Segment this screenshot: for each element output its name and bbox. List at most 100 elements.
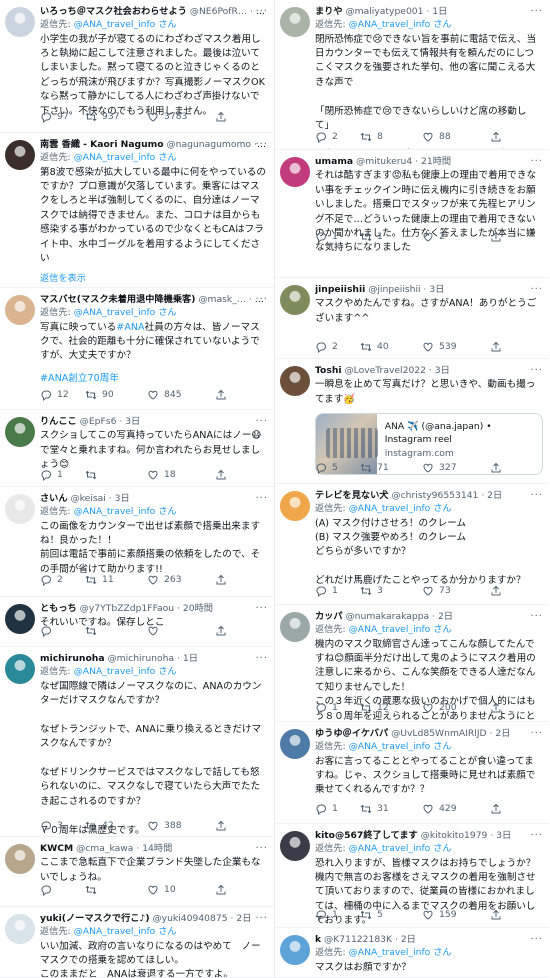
like-button[interactable]: 3783 — [147, 110, 215, 123]
timestamp[interactable]: 20時間 — [183, 603, 213, 614]
like-button[interactable]: 845 — [147, 388, 215, 401]
timestamp[interactable]: 3日 — [115, 493, 130, 504]
retweet-button[interactable]: 11 — [85, 573, 147, 586]
reply-to-link[interactable]: @ANA_travel_info さん — [349, 624, 452, 635]
reply-button[interactable]: 12 — [40, 388, 85, 401]
tweet[interactable]: KWCM @cma_kawa · 14時間 ここまで急転直下で企業ブランド失墜した… — [0, 837, 274, 907]
display-name[interactable]: テレビを見ない犬 — [315, 490, 389, 501]
user-handle[interactable]: @mask_… — [198, 294, 246, 305]
user-handle[interactable]: @UvLd85WnmAIRlJD — [391, 728, 487, 739]
avatar[interactable] — [5, 417, 35, 447]
share-button[interactable] — [215, 573, 255, 586]
more-icon[interactable]: ··· — [255, 652, 268, 667]
avatar[interactable] — [5, 7, 35, 37]
share-button[interactable] — [490, 701, 530, 714]
reply-button[interactable]: 1 — [315, 230, 360, 243]
timestamp[interactable]: 2日 — [487, 490, 502, 501]
avatar[interactable] — [280, 831, 310, 861]
more-icon[interactable]: ··· — [530, 727, 543, 742]
user-handle[interactable]: @christy96553141 — [391, 490, 478, 501]
reply-to-link[interactable]: @ANA_travel_info さん — [74, 666, 177, 677]
display-name[interactable]: Toshi — [315, 365, 342, 376]
like-button[interactable]: 18 — [147, 468, 215, 481]
retweet-button[interactable]: 42 — [85, 819, 147, 832]
avatar[interactable] — [5, 654, 35, 684]
display-name[interactable]: いろっち＠マスク社会おわらせよう — [40, 6, 187, 17]
retweet-button[interactable] — [85, 468, 147, 481]
tweet[interactable]: さいん @keisai · 3日 返信先: @ANA_travel_info さん… — [0, 487, 274, 597]
like-button[interactable]: 429 — [422, 802, 490, 815]
retweet-button[interactable]: 71 — [360, 461, 422, 474]
display-name[interactable]: さいん — [40, 493, 68, 504]
retweet-button[interactable] — [85, 625, 147, 637]
retweet-button[interactable]: 5 — [360, 908, 422, 921]
tweet[interactable]: 南雲 香織 - Kaori Nagumo @nagunagumomo · 3日返… — [0, 133, 274, 288]
timestamp[interactable]: 2日 — [495, 728, 510, 739]
tweet[interactable]: ともっち @y7YTbZZdp1FFaou · 20時間 それいいですね。保存しと… — [0, 597, 274, 647]
tweet[interactable]: Toshi @LoveTravel2022 · 3日 一瞬息を止めて写真だけ？と思… — [275, 359, 549, 484]
reply-button[interactable]: 1 — [315, 701, 360, 714]
avatar[interactable] — [280, 157, 310, 187]
user-handle[interactable]: @yuki40940875 — [152, 913, 227, 924]
like-button[interactable]: 327 — [422, 461, 490, 474]
share-button[interactable] — [490, 461, 530, 474]
tweet[interactable]: りんここ @EpFs6 · 3日 スクショしてこの写真持っていたらANAにはノー😷… — [0, 410, 274, 487]
share-button[interactable] — [215, 625, 255, 637]
reply-button[interactable]: 1 — [40, 468, 85, 481]
user-handle[interactable]: @kitokito1979 — [421, 830, 488, 841]
retweet-button[interactable]: 40 — [360, 340, 422, 353]
tweet[interactable]: yuki(ノーマスクで行こ♪) @yuki40940875 · 2日 返信先: @… — [0, 907, 274, 978]
more-icon[interactable]: ··· — [255, 415, 268, 430]
user-handle[interactable]: @jinpeiishii — [368, 284, 420, 295]
display-name[interactable]: まりや — [315, 6, 343, 17]
reply-to-link[interactable]: @ANA_travel_info さん — [74, 19, 177, 30]
reply-to-link[interactable]: @ANA_travel_info さん — [349, 741, 452, 752]
user-handle[interactable]: @NE6PofR… — [190, 6, 247, 17]
user-handle[interactable]: @y7YTbZZdp1FFaou — [80, 603, 174, 614]
reply-button[interactable] — [40, 883, 85, 896]
more-icon[interactable]: ··· — [255, 138, 268, 153]
more-icon[interactable]: ··· — [530, 829, 543, 844]
more-icon[interactable]: ··· — [255, 293, 268, 308]
more-icon[interactable]: ··· — [530, 364, 543, 379]
avatar[interactable] — [280, 366, 310, 396]
retweet-button[interactable] — [85, 883, 147, 896]
reply-to-link[interactable]: @ANA_travel_info さん — [74, 926, 177, 937]
retweet-button[interactable]: 90 — [85, 388, 147, 401]
more-icon[interactable]: ··· — [530, 610, 543, 625]
share-button[interactable] — [490, 908, 530, 921]
share-button[interactable] — [490, 130, 530, 143]
share-button[interactable] — [215, 388, 255, 401]
user-handle[interactable]: @numakarakappa — [345, 611, 429, 622]
share-button[interactable] — [215, 883, 255, 896]
reply-to-link[interactable]: @ANA_travel_info さん — [349, 19, 452, 30]
avatar[interactable] — [5, 295, 35, 325]
avatar[interactable] — [5, 914, 35, 944]
timestamp[interactable]: 2日 — [401, 934, 416, 945]
display-name[interactable]: jinpeiishii — [315, 284, 365, 295]
timestamp[interactable]: 2日 — [236, 913, 251, 924]
reply-button[interactable]: 2 — [40, 573, 85, 586]
more-icon[interactable]: ··· — [530, 489, 543, 504]
like-button[interactable]: 88 — [422, 130, 490, 143]
reply-button[interactable]: 1 — [315, 584, 360, 597]
share-button[interactable] — [215, 110, 255, 123]
reply-button[interactable] — [40, 625, 85, 637]
timestamp[interactable]: 1日 — [432, 6, 447, 17]
retweet-button[interactable]: 3 — [360, 584, 422, 597]
display-name[interactable]: りんここ — [40, 416, 77, 427]
display-name[interactable]: k — [315, 934, 321, 945]
like-button[interactable]: 200 — [422, 701, 490, 714]
avatar[interactable] — [5, 604, 35, 634]
like-button[interactable]: 73 — [422, 584, 490, 597]
reply-to-link[interactable]: @ANA_travel_info さん — [349, 947, 452, 958]
more-icon[interactable]: ··· — [255, 5, 268, 20]
hashtag-link[interactable]: #ANA — [116, 322, 144, 333]
timestamp[interactable]: 3日 — [435, 365, 450, 376]
share-button[interactable] — [215, 468, 255, 481]
retweet-button[interactable]: 1 — [360, 230, 422, 243]
display-name[interactable]: kito@567終了してます — [315, 830, 418, 841]
tweet[interactable]: ゆうゆ＠イケバパ @UvLd85WnmAIRlJD · 2日 返信先: @ANA_… — [275, 722, 549, 824]
user-handle[interactable]: @nagunagumomo — [166, 139, 251, 150]
reply-to-link[interactable]: @ANA_travel_info さん — [74, 506, 177, 517]
